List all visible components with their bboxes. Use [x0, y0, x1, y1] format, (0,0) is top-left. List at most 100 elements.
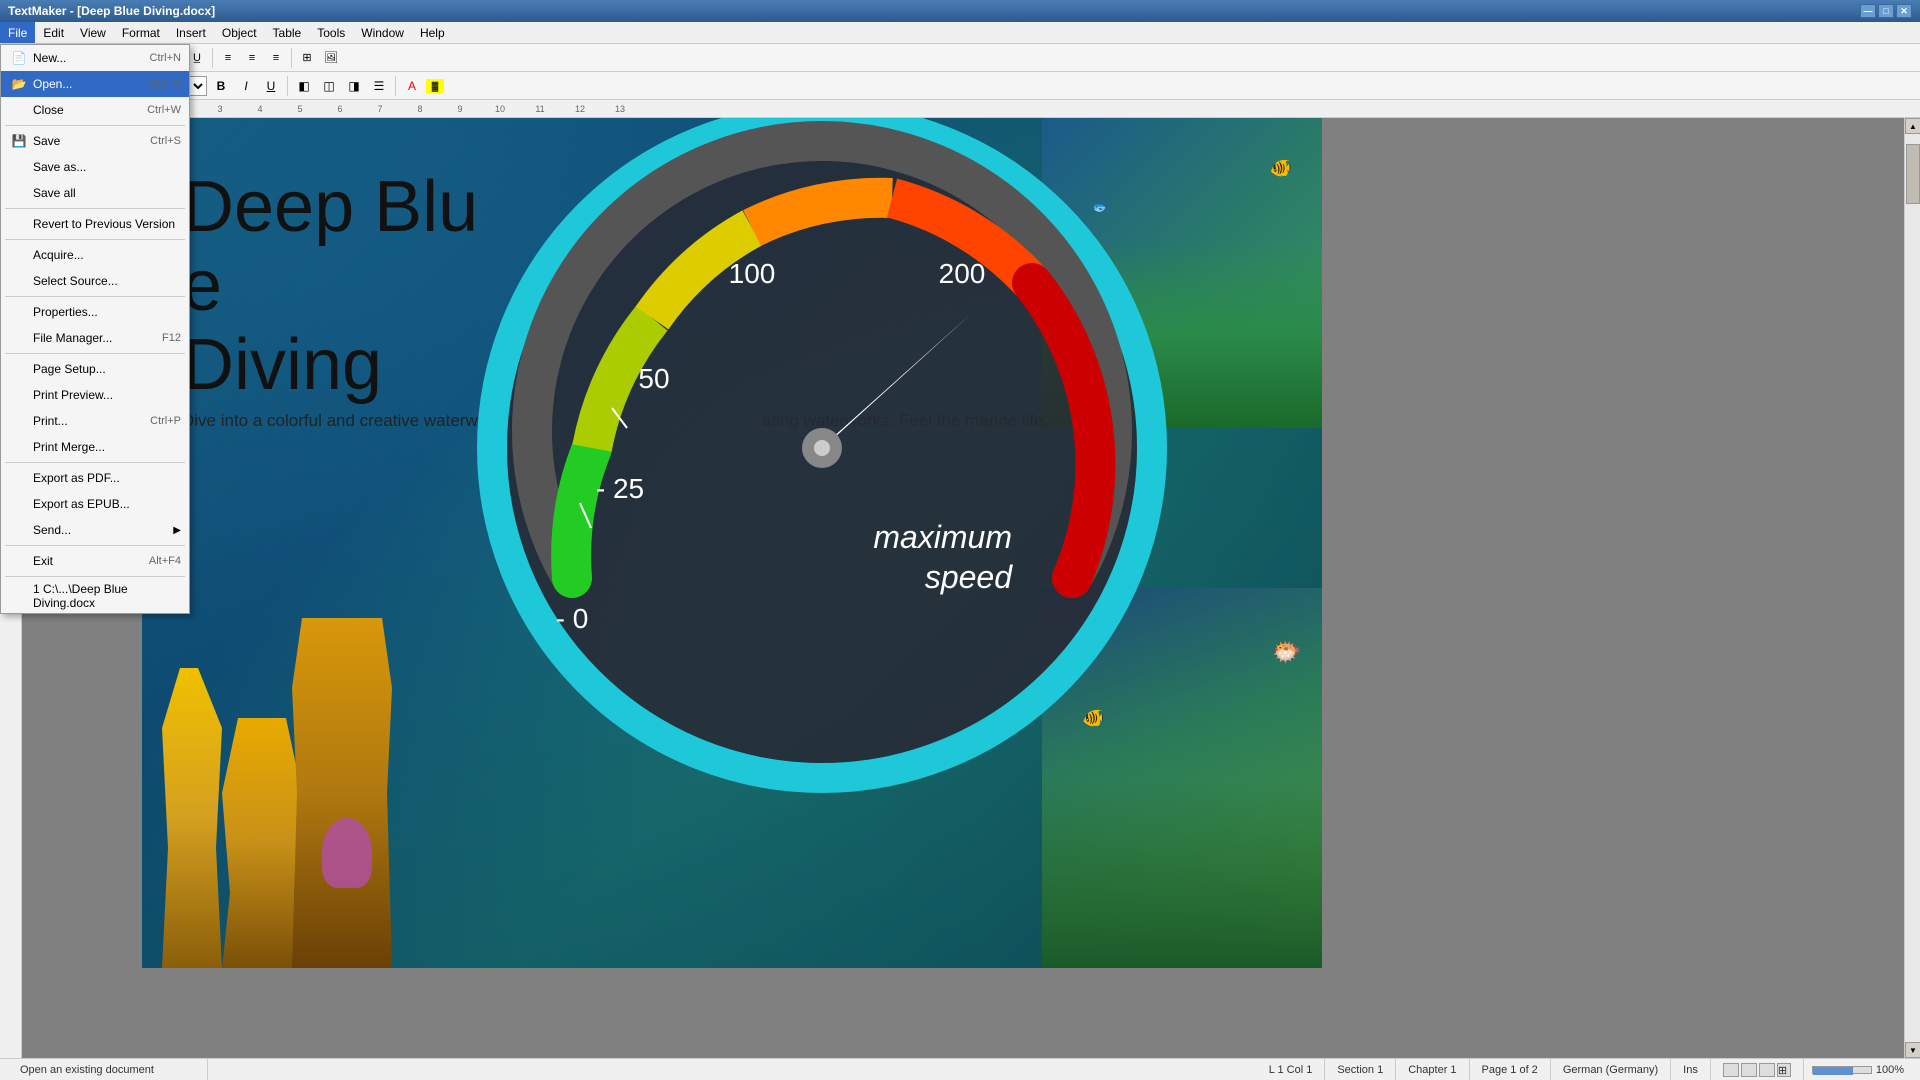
status-page: Page 1 of 2 [1470, 1059, 1551, 1080]
svg-text:50: 50 [638, 363, 669, 394]
insert-table-button[interactable]: ⊞ [296, 47, 318, 69]
align-left-fmt-button[interactable]: ◧ [293, 76, 315, 96]
scroll-thumb[interactable] [1906, 144, 1920, 204]
diver-shape [322, 818, 372, 888]
menu-sep-5 [5, 353, 185, 354]
status-insert-text: Ins [1683, 1064, 1698, 1076]
menu-revert[interactable]: Revert to Previous Version [1, 211, 189, 237]
status-bar: Open an existing document L 1 Col 1 Sect… [0, 1058, 1920, 1080]
zoom-slider[interactable] [1812, 1066, 1872, 1074]
align-left-button[interactable]: ≡ [217, 47, 239, 69]
recent-file-icon [9, 586, 29, 606]
menu-export-epub[interactable]: Export as EPUB... [1, 491, 189, 517]
svg-text:- 25: - 25 [596, 473, 644, 504]
toolbar-sep-4 [291, 48, 292, 68]
align-right-fmt-button[interactable]: ◨ [343, 76, 365, 96]
ruler: 1 2 3 4 5 6 7 8 9 10 11 12 13 [0, 100, 1920, 118]
menu-sep-7 [5, 545, 185, 546]
view-web-button[interactable] [1759, 1063, 1775, 1077]
scroll-up-button[interactable]: ▲ [1905, 118, 1920, 134]
bold-format-button[interactable]: B [210, 76, 232, 96]
menu-send-label: Send... [33, 523, 173, 537]
menu-table[interactable]: Table [265, 22, 310, 43]
align-center-fmt-button[interactable]: ◫ [318, 76, 340, 96]
menu-window[interactable]: Window [353, 22, 412, 43]
print-merge-icon [9, 437, 29, 457]
view-outline-button[interactable] [1741, 1063, 1757, 1077]
align-right-button[interactable]: ≡ [265, 47, 287, 69]
view-normal-button[interactable] [1723, 1063, 1739, 1077]
menu-send[interactable]: Send... ▶ [1, 517, 189, 543]
export-epub-icon [9, 494, 29, 514]
insert-image-button[interactable]: 🖼 [320, 47, 342, 69]
status-position: L 1 Col 1 [1257, 1059, 1326, 1080]
exit-icon [9, 551, 29, 571]
file-manager-icon [9, 328, 29, 348]
menu-bar: File Edit View Format Insert Object Tabl… [0, 22, 1920, 44]
maximize-button[interactable]: □ [1878, 4, 1894, 18]
tropical-fish-emoji: 🐡 [1272, 638, 1302, 667]
menu-exit[interactable]: Exit Alt+F4 [1, 548, 189, 574]
select-source-icon [9, 271, 29, 291]
menu-help[interactable]: Help [412, 22, 453, 43]
menu-view[interactable]: View [72, 22, 114, 43]
vertical-scrollbar[interactable]: ▲ ▼ [1904, 118, 1920, 1058]
save-as-icon [9, 157, 29, 177]
zoom-control: 100% [1804, 1064, 1912, 1076]
italic-format-button[interactable]: I [235, 76, 257, 96]
status-message: Open an existing document [8, 1059, 208, 1080]
menu-insert[interactable]: Insert [168, 22, 214, 43]
format-toolbar: Arial 18 B I U ◧ ◫ ◨ ☰ A ▓ [0, 72, 1920, 100]
menu-properties[interactable]: Properties... [1, 299, 189, 325]
menu-save-as[interactable]: Save as... [1, 154, 189, 180]
menu-new-label: New... [33, 51, 150, 65]
acquire-icon [9, 245, 29, 265]
menu-save-all[interactable]: Save all [1, 180, 189, 206]
menu-print-merge[interactable]: Print Merge... [1, 434, 189, 460]
highlight-button[interactable]: ▓ [426, 79, 444, 93]
menu-new[interactable]: 📄 New... Ctrl+N [1, 45, 189, 71]
menu-select-source[interactable]: Select Source... [1, 268, 189, 294]
close-button[interactable]: ✕ [1896, 4, 1912, 18]
menu-page-setup[interactable]: Page Setup... [1, 356, 189, 382]
revert-icon [9, 214, 29, 234]
underline-format-button[interactable]: U [260, 76, 282, 96]
justify-fmt-button[interactable]: ☰ [368, 76, 390, 96]
menu-print[interactable]: Print... Ctrl+P [1, 408, 189, 434]
menu-close-shortcut: Ctrl+W [147, 104, 181, 116]
menu-file[interactable]: File [0, 22, 35, 43]
align-center-button[interactable]: ≡ [241, 47, 263, 69]
menu-open[interactable]: 📂 Open... Ctrl+O [1, 71, 189, 97]
menu-file-manager-shortcut: F12 [162, 332, 181, 344]
svg-text:maximum: maximum [873, 519, 1012, 555]
svg-text:200: 200 [939, 258, 986, 289]
menu-sep-4 [5, 296, 185, 297]
menu-new-shortcut: Ctrl+N [150, 52, 181, 64]
font-color-button[interactable]: A [401, 76, 423, 96]
menu-save[interactable]: 💾 Save Ctrl+S [1, 128, 189, 154]
status-section: Section 1 [1325, 1059, 1396, 1080]
menu-sep-2 [5, 208, 185, 209]
document-area: 🐠 🐟 🐡 🐠 Deep Blu e Diving [22, 118, 1904, 1058]
svg-text:- 0: - 0 [556, 603, 589, 634]
menu-edit[interactable]: Edit [35, 22, 72, 43]
scroll-down-button[interactable]: ▼ [1905, 1042, 1920, 1058]
menu-close[interactable]: Close Ctrl+W [1, 97, 189, 123]
menu-object[interactable]: Object [214, 22, 265, 43]
menu-tools[interactable]: Tools [309, 22, 353, 43]
menu-acquire[interactable]: Acquire... [1, 242, 189, 268]
view-fullscreen-button[interactable]: ⊞ [1777, 1063, 1791, 1077]
fmt-sep-1 [287, 76, 288, 96]
menu-file-manager[interactable]: File Manager... F12 [1, 325, 189, 351]
file-menu-dropdown: 📄 New... Ctrl+N 📂 Open... Ctrl+O Close C… [0, 44, 190, 614]
menu-revert-label: Revert to Previous Version [33, 217, 181, 231]
menu-print-preview-label: Print Preview... [33, 388, 181, 402]
title-line3: Diving [182, 326, 478, 405]
menu-print-preview[interactable]: Print Preview... [1, 382, 189, 408]
menu-export-pdf[interactable]: Export as PDF... [1, 465, 189, 491]
minimize-button[interactable]: — [1860, 4, 1876, 18]
menu-sep-6 [5, 462, 185, 463]
status-view-buttons: ⊞ [1711, 1059, 1804, 1080]
menu-recent-file[interactable]: 1 C:\...\Deep Blue Diving.docx [1, 579, 189, 613]
menu-format[interactable]: Format [114, 22, 168, 43]
